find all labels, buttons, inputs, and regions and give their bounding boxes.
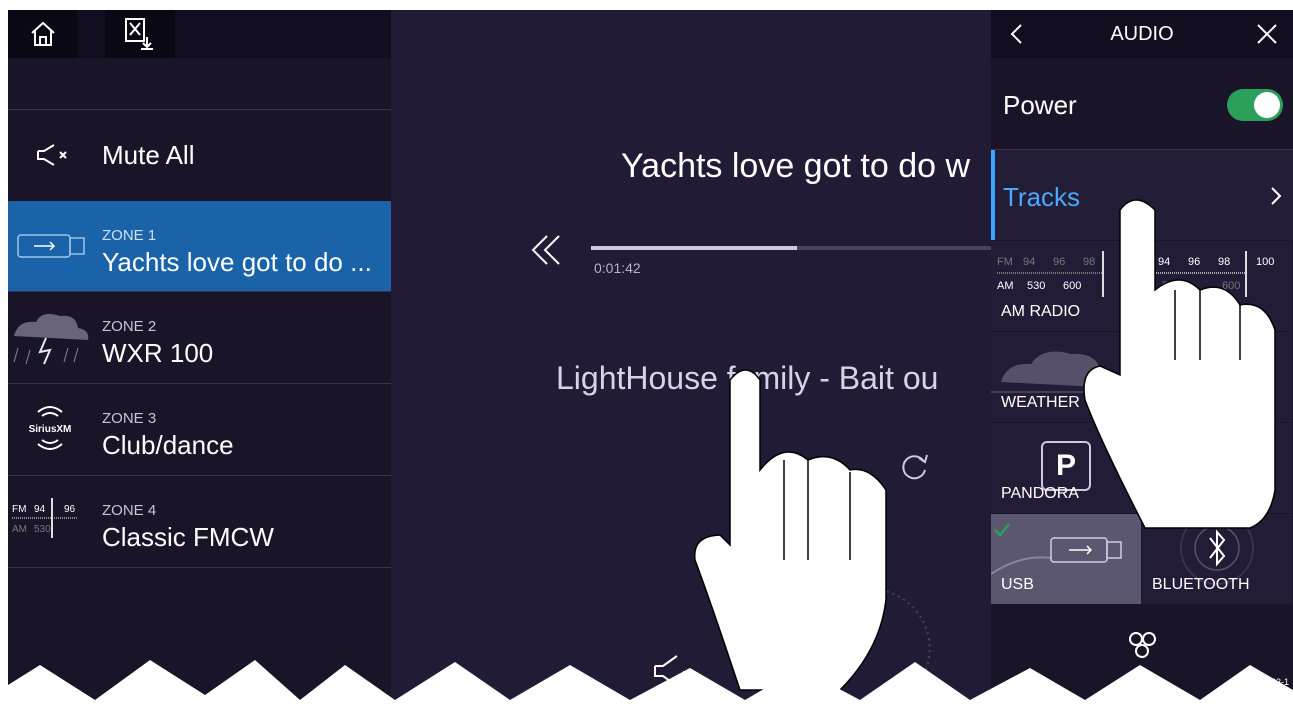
torn-edge bbox=[0, 660, 1293, 707]
tap-hand-icon bbox=[693, 369, 887, 691]
tap-hand-icon bbox=[1083, 199, 1276, 529]
gesture-overlay bbox=[0, 199, 1293, 707]
